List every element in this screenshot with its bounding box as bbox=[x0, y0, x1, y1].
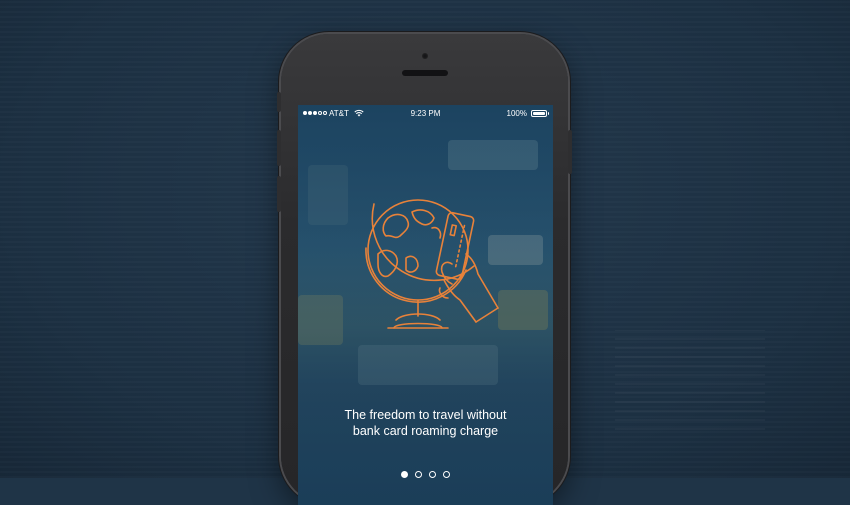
background-texture bbox=[615, 330, 765, 430]
mute-switch bbox=[277, 92, 281, 112]
page-dot-2[interactable] bbox=[415, 471, 422, 478]
battery-percentage: 100% bbox=[506, 109, 527, 118]
phone-frame: AT&T 9:23 PM 100% The freedom to travel … bbox=[277, 34, 572, 505]
status-bar: AT&T 9:23 PM 100% bbox=[298, 105, 553, 125]
phone-screen: AT&T 9:23 PM 100% The freedom to travel … bbox=[298, 105, 553, 505]
headline-text: The freedom to travel without bank card … bbox=[344, 408, 507, 438]
page-indicator[interactable] bbox=[298, 471, 553, 478]
page-dot-4[interactable] bbox=[443, 471, 450, 478]
page-dot-3[interactable] bbox=[429, 471, 436, 478]
onboarding-headline: The freedom to travel without bank card … bbox=[308, 407, 543, 439]
front-camera bbox=[422, 53, 428, 59]
volume-down-button bbox=[277, 176, 281, 212]
earpiece-speaker bbox=[402, 70, 448, 76]
volume-up-button bbox=[277, 130, 281, 166]
page-dot-1[interactable] bbox=[401, 471, 408, 478]
globe-with-card-in-hand-icon bbox=[365, 199, 499, 329]
battery-icon bbox=[531, 110, 549, 117]
power-button bbox=[568, 130, 572, 174]
